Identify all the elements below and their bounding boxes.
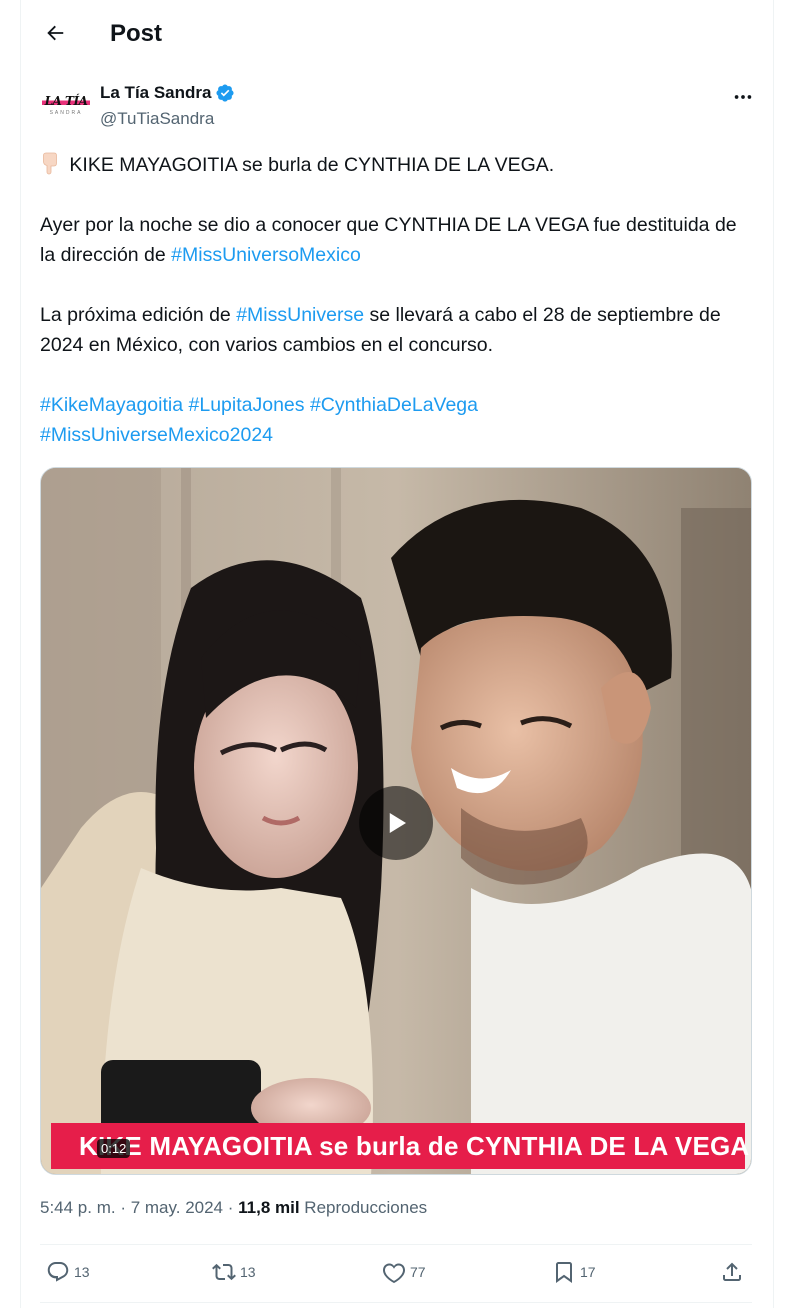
post-author: LA TÍA SANDRA La Tía Sandra @TuTiaSandra xyxy=(40,80,760,136)
like-button[interactable]: 77 xyxy=(382,1260,426,1284)
bookmark-button[interactable]: 17 xyxy=(552,1260,596,1284)
page-title: Post xyxy=(110,20,163,47)
video-player[interactable]: KIKE MAYAGOITIA se burla de CYNTHIA DE L… xyxy=(40,467,752,1175)
verified-badge-icon xyxy=(216,84,235,102)
repost-count: 13 xyxy=(240,1264,256,1280)
views-count: 11,8 mil xyxy=(238,1198,300,1217)
play-icon xyxy=(389,813,406,833)
share-button[interactable] xyxy=(720,1260,744,1284)
author-name-link[interactable]: La Tía Sandra xyxy=(100,83,235,103)
hashtag-link[interactable]: #LupitaJones xyxy=(189,394,305,416)
avatar[interactable]: LA TÍA SANDRA xyxy=(40,86,92,124)
post-date[interactable]: 7 may. 2024 xyxy=(131,1198,223,1217)
post-meta: 5:44 p. m. · 7 may. 2024 · 11,8 mil Repr… xyxy=(40,1198,427,1218)
like-count: 77 xyxy=(410,1264,426,1280)
meta-separator: · xyxy=(223,1198,239,1217)
post-hashtags: #KikeMayagoitia #LupitaJones #CynthiaDeL… xyxy=(40,390,752,450)
hashtag-link[interactable]: #KikeMayagoitia xyxy=(40,394,183,416)
divider xyxy=(40,1302,752,1303)
post-paragraph-3: La próxima edición de #MissUniverse se l… xyxy=(40,300,752,360)
post-text: KIKE MAYAGOITIA se burla de CYNTHIA DE L… xyxy=(40,150,752,450)
heart-icon xyxy=(383,1263,405,1284)
hashtag-link[interactable]: #CynthiaDeLaVega xyxy=(310,394,478,416)
share-icon xyxy=(723,1262,741,1281)
post-paragraph-2: Ayer por la noche se dio a conocer que C… xyxy=(40,210,752,270)
repost-icon xyxy=(212,1263,236,1281)
more-options-button[interactable] xyxy=(726,82,760,112)
repost-button[interactable]: 13 xyxy=(212,1260,256,1284)
reply-button[interactable]: 13 xyxy=(46,1260,90,1284)
play-button[interactable] xyxy=(359,786,433,860)
meta-separator: · xyxy=(115,1198,131,1217)
arrow-left-icon xyxy=(47,25,64,41)
post-line-1: KIKE MAYAGOITIA se burla de CYNTHIA DE L… xyxy=(69,154,555,176)
post-paragraph-1: KIKE MAYAGOITIA se burla de CYNTHIA DE L… xyxy=(40,150,752,180)
header: Post xyxy=(20,0,774,68)
avatar-logo-text: LA TÍA xyxy=(41,94,91,108)
hashtag-link[interactable]: #MissUniverseMexico2024 xyxy=(40,424,273,446)
author-name: La Tía Sandra xyxy=(100,83,212,102)
hashtag-link[interactable]: #MissUniversoMexico xyxy=(171,244,361,266)
more-dots-icon xyxy=(734,95,752,99)
bookmark-icon xyxy=(556,1262,572,1283)
reply-icon xyxy=(47,1262,69,1282)
author-handle[interactable]: @TuTiaSandra xyxy=(100,109,214,129)
post-time[interactable]: 5:44 p. m. xyxy=(40,1198,116,1217)
reply-count: 13 xyxy=(74,1264,90,1280)
post-paragraph-3-start: La próxima edición de xyxy=(40,304,237,326)
avatar-logo-subtext: SANDRA xyxy=(49,110,83,116)
views-label: Reproducciones xyxy=(304,1198,428,1217)
action-bar: 13 13 77 17 xyxy=(40,1246,752,1302)
bookmark-count: 17 xyxy=(580,1264,596,1280)
video-duration-badge: 0:12 xyxy=(97,1139,131,1158)
pointing-down-hand-icon xyxy=(40,150,64,180)
post-paragraph-2-text: Ayer por la noche se dio a conocer que C… xyxy=(40,214,737,266)
hashtag-link[interactable]: #MissUniverse xyxy=(236,304,364,326)
back-button[interactable] xyxy=(36,14,74,52)
divider xyxy=(40,1244,752,1245)
video-caption-bar: KIKE MAYAGOITIA se burla de CYNTHIA DE L… xyxy=(51,1123,749,1169)
video-caption: KIKE MAYAGOITIA se burla de CYNTHIA DE L… xyxy=(79,1130,750,1161)
